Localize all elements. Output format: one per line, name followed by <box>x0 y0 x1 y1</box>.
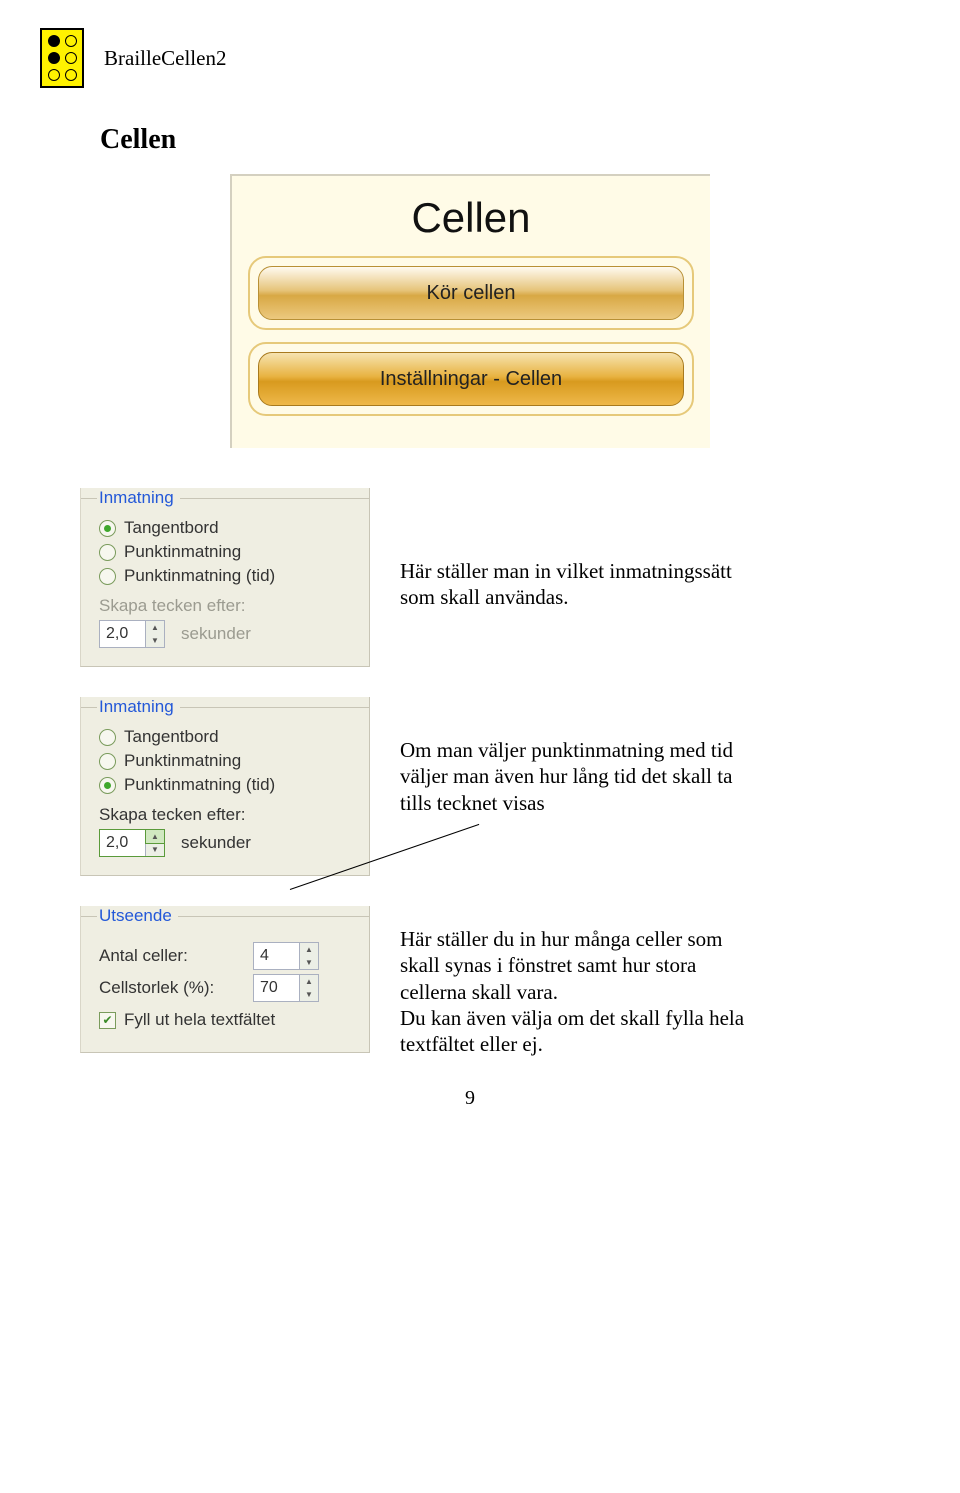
run-button-frame: Kör cellen <box>248 256 694 330</box>
settings-cell-button[interactable]: Inställningar - Cellen <box>258 352 684 406</box>
spinner-down-icon[interactable]: ▼ <box>146 843 164 856</box>
spinner-up-icon[interactable]: ▲ <box>300 975 318 988</box>
input-group-1: Inmatning Tangentbord Punktinmatning Pun… <box>80 488 370 667</box>
radio-keyboard-label: Tangentbord <box>124 518 219 538</box>
seconds-value: 2,0 <box>100 621 145 647</box>
radio-dotinput[interactable] <box>99 753 116 770</box>
spinner-up-icon[interactable]: ▲ <box>300 943 318 956</box>
radio-keyboard-label: Tangentbord <box>124 727 219 747</box>
input-group-2: Inmatning Tangentbord Punktinmatning Pun… <box>80 697 370 876</box>
seconds-spinner[interactable]: 2,0 ▲ ▼ <box>99 829 165 857</box>
radio-dotinput-time[interactable] <box>99 777 116 794</box>
spinner-down-icon[interactable]: ▼ <box>300 956 318 969</box>
panel2-description: Om man väljer punktinmatning med tid väl… <box>400 737 760 816</box>
cellen-menu-box: Cellen Kör cellen Inställningar - Cellen <box>230 174 710 448</box>
create-after-label: Skapa tecken efter: <box>99 596 359 616</box>
radio-dotinput-time-label: Punktinmatning (tid) <box>124 566 275 586</box>
fill-textfield-label: Fyll ut hela textfältet <box>124 1010 275 1030</box>
settings-button-frame: Inställningar - Cellen <box>248 342 694 416</box>
group-title: Inmatning <box>97 488 180 514</box>
radio-dotinput-label: Punktinmatning <box>124 751 241 771</box>
page-number: 9 <box>40 1087 900 1110</box>
appearance-group: Utseende Antal celler: 4 ▲ ▼ Cellstorlek… <box>80 906 370 1053</box>
cell-count-label: Antal celler: <box>99 946 188 966</box>
spinner-down-icon[interactable]: ▼ <box>146 634 164 647</box>
cell-size-spinner[interactable]: 70 ▲ ▼ <box>253 974 319 1002</box>
radio-dotinput[interactable] <box>99 544 116 561</box>
panel3-description: Här ställer du in hur många celler som s… <box>400 926 760 1057</box>
spinner-up-icon[interactable]: ▲ <box>146 621 164 634</box>
run-cell-button[interactable]: Kör cellen <box>258 266 684 320</box>
radio-dotinput-time[interactable] <box>99 568 116 585</box>
radio-keyboard[interactable] <box>99 729 116 746</box>
spinner-up-icon[interactable]: ▲ <box>145 829 165 844</box>
group-title: Inmatning <box>97 697 180 723</box>
create-after-label: Skapa tecken efter: <box>99 805 359 825</box>
seconds-unit: sekunder <box>181 624 251 644</box>
cellen-box-title: Cellen <box>248 194 694 242</box>
radio-keyboard[interactable] <box>99 520 116 537</box>
cell-size-label: Cellstorlek (%): <box>99 978 214 998</box>
radio-dotinput-label: Punktinmatning <box>124 542 241 562</box>
spinner-down-icon[interactable]: ▼ <box>300 988 318 1001</box>
fill-textfield-checkbox[interactable]: ✔ <box>99 1012 116 1029</box>
cell-count-spinner[interactable]: 4 ▲ ▼ <box>253 942 319 970</box>
radio-dotinput-time-label: Punktinmatning (tid) <box>124 775 275 795</box>
cell-size-value: 70 <box>254 975 299 1001</box>
seconds-unit: sekunder <box>181 833 251 853</box>
header-title: BrailleCellen2 <box>104 46 226 71</box>
seconds-value: 2,0 <box>100 830 145 856</box>
cell-count-value: 4 <box>254 943 299 969</box>
panel1-description: Här ställer man in vilket inmatningssätt… <box>400 558 760 611</box>
seconds-spinner[interactable]: 2,0 ▲ ▼ <box>99 620 165 648</box>
braille-logo-icon <box>40 28 84 88</box>
group-title: Utseende <box>97 906 178 932</box>
section-heading: Cellen <box>100 124 900 156</box>
